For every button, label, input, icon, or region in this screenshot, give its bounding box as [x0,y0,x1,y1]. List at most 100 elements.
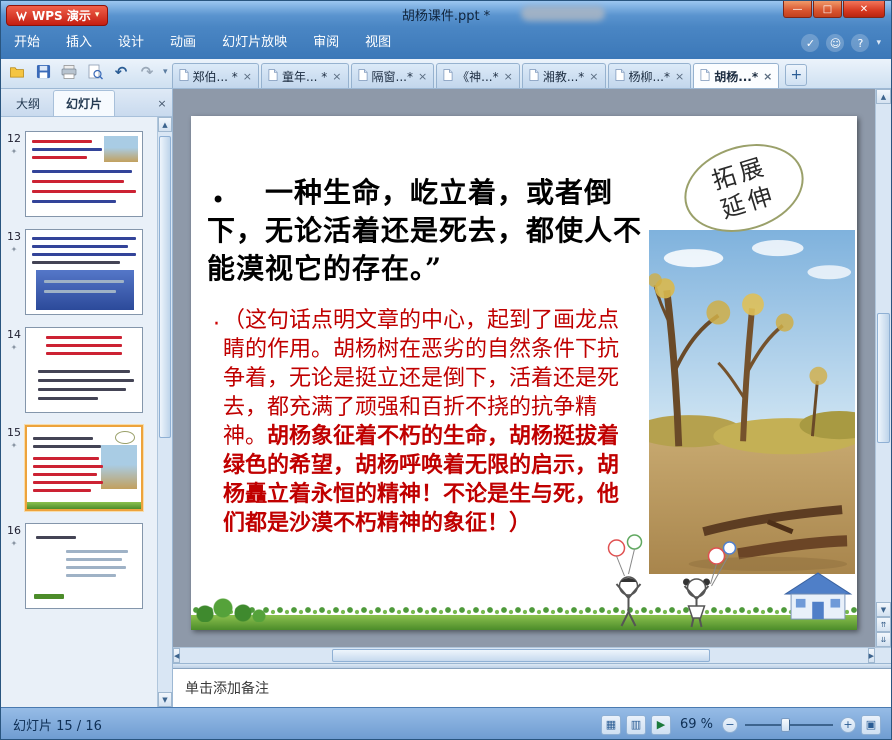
thumbnail-list: 12 ✦ 13 ✦ 14 ✦ 15 ✦ 16 ✦ [1,117,172,707]
check-icon[interactable]: ✓ [801,34,820,52]
thumbnails-scrollbar[interactable]: ▲ ▼ [157,117,172,707]
menu-item-design[interactable]: 设计 [105,27,157,59]
zoom-level: 69 % [679,717,713,732]
thumbnail-slide-13[interactable] [25,229,143,315]
house-clipart[interactable] [781,571,855,621]
poplar-trees-photo[interactable] [649,230,855,574]
menu-item-slideshow[interactable]: 幻灯片放映 [209,27,300,59]
tab-close-icon[interactable]: × [674,70,684,83]
menu-item-review[interactable]: 审阅 [300,27,352,59]
feedback-smiley-icon[interactable]: ☺ [826,34,845,52]
scroll-thumb[interactable] [159,136,171,439]
horizontal-scrollbar-row: ◀ ▶ [173,647,891,663]
tab-close-icon[interactable]: × [242,70,252,83]
document-icon [529,68,539,84]
fit-to-window-button[interactable]: ▣ [861,714,881,735]
doc-tab-3[interactable]: 隔窗...* × [350,63,435,88]
tab-close-icon[interactable]: × [503,70,513,83]
doc-tab-1[interactable]: 郑伯... * × [171,63,260,88]
tab-outline[interactable]: 大纲 [3,90,53,116]
doc-tab-5[interactable]: 湘教...* × [521,63,606,88]
menu-item-home[interactable]: 开始 [1,27,53,59]
thumbnail-row: 16 ✦ [3,523,156,609]
doc-tab-active-huyang[interactable]: 胡杨...* × [693,63,780,88]
thumbnail-slide-15-selected[interactable] [25,425,143,511]
scroll-up-icon[interactable]: ▲ [158,117,172,132]
menubar: 开始 插入 设计 动画 幻灯片放映 审阅 视图 ✓ ☺ ? ▾ [1,27,891,59]
slides-panel: 大纲 幻灯片 × 12 ✦ 13 ✦ 14 ✦ 15 ✦ 16 ✦ ▲ ▼ [1,89,173,707]
scroll-right-icon[interactable]: ▶ [867,648,875,663]
menu-item-view[interactable]: 视图 [352,27,404,59]
doc-tab-2[interactable]: 童年... * × [261,63,349,88]
scroll-track[interactable] [876,104,891,602]
open-file-button[interactable] [7,62,27,82]
scroll-track[interactable] [158,132,172,692]
thumb-image [104,136,138,162]
workspace: 大纲 幻灯片 × 12 ✦ 13 ✦ 14 ✦ 15 ✦ 16 ✦ ▲ ▼ • … [1,89,891,707]
animation-indicator-icon: ✦ [10,343,18,352]
next-slide-button[interactable]: ⇊ [876,632,891,647]
tab-close-icon[interactable]: × [588,70,598,83]
doc-tab-6[interactable]: 杨柳...* × [607,63,692,88]
zoom-slider[interactable] [743,715,835,735]
panel-close-icon[interactable]: × [154,95,170,111]
thumbnail-slide-16[interactable] [25,523,143,609]
slide-annotation-text[interactable]: （这句话点明文章的中心，起到了画龙点睛的作用。胡杨树在恶劣的自然条件下抗争着，无… [223,306,633,538]
scroll-track[interactable] [180,648,867,663]
statusbar-right: ▦ ▥ ▶ 69 % − + ▣ [600,714,881,735]
horizontal-scrollbar[interactable]: ◀ ▶ [173,647,875,663]
menu-item-animation[interactable]: 动画 [157,27,209,59]
thumbnail-number: 12 [7,132,21,145]
zoom-slider-handle[interactable] [781,717,790,732]
document-icon [443,68,453,84]
help-icon[interactable]: ? [851,34,870,52]
notes-pane[interactable]: 单击添加备注 [173,668,891,707]
print-button[interactable] [59,62,79,82]
scroll-down-icon[interactable]: ▼ [158,692,172,707]
zoom-out-button[interactable]: − [722,716,738,733]
normal-view-button[interactable]: ▦ [600,714,621,735]
minimize-button[interactable]: — [783,1,812,18]
doc-tab-label: 《神...* [457,69,499,84]
tab-close-icon[interactable]: × [417,70,427,83]
annotation-bold: 胡杨象征着不朽的生命，胡杨挺拔着绿色的希望，胡杨呼唤着无限的启示，胡杨矗立着永恒… [223,423,620,536]
tab-close-icon[interactable]: × [762,70,772,83]
close-button[interactable]: ✕ [843,1,885,18]
main-area: • 一种生命，屹立着，或者倒下，无论活着还是死去，都使人不能漠视它的存在。” ·… [173,89,891,707]
chevron-down-icon[interactable]: ▾ [163,67,168,77]
redo-button[interactable]: ↷ [137,62,157,82]
doc-tab-4[interactable]: 《神...* × [436,63,520,88]
scroll-down-icon[interactable]: ▼ [876,602,891,617]
wps-logo-icon [15,9,28,22]
slide-15[interactable]: • 一种生命，屹立着，或者倒下，无论活着还是死去，都使人不能漠视它的存在。” ·… [191,116,857,630]
thumbnail-slide-14[interactable] [25,327,143,413]
printer-icon [61,64,77,79]
thumbnail-number: 13 [7,230,21,243]
scroll-thumb[interactable] [331,649,710,662]
slideshow-play-button[interactable]: ▶ [650,714,671,735]
slide-body-text[interactable]: 一种生命，屹立着，或者倒下，无论活着还是死去，都使人不能漠视它的存在。” [207,174,643,288]
thumbnail-slide-12[interactable] [25,131,143,217]
chevron-down-icon[interactable]: ▾ [876,38,881,48]
print-preview-button[interactable] [85,62,105,82]
previous-slide-button[interactable]: ⇈ [876,617,891,632]
animation-indicator-icon: ✦ [10,245,18,254]
scroll-up-icon[interactable]: ▲ [876,89,891,104]
maximize-button[interactable]: □ [813,1,842,18]
tab-close-icon[interactable]: × [331,70,341,83]
topic-badge-oval[interactable]: 拓展 延伸 [673,130,815,246]
slide-sorter-view-button[interactable]: ▥ [625,714,646,735]
save-button[interactable] [33,62,53,82]
wps-app-menu-button[interactable]: WPS 演示 ▾ [6,4,109,26]
scroll-thumb[interactable] [877,313,890,443]
menu-item-insert[interactable]: 插入 [53,27,105,59]
zoom-in-button[interactable]: + [840,716,856,733]
scroll-left-icon[interactable]: ◀ [173,648,181,663]
animation-indicator-icon: ✦ [10,147,18,156]
vertical-scrollbar[interactable]: ▲ ▼ ⇈ ⇊ [875,89,891,647]
quick-access-toolbar: ↶ ↷ ▾ [5,58,172,88]
cartoon-kids-clipart[interactable] [596,534,741,629]
tab-slides[interactable]: 幻灯片 [53,90,116,116]
new-tab-button[interactable]: + [785,64,808,86]
undo-button[interactable]: ↶ [111,62,131,82]
